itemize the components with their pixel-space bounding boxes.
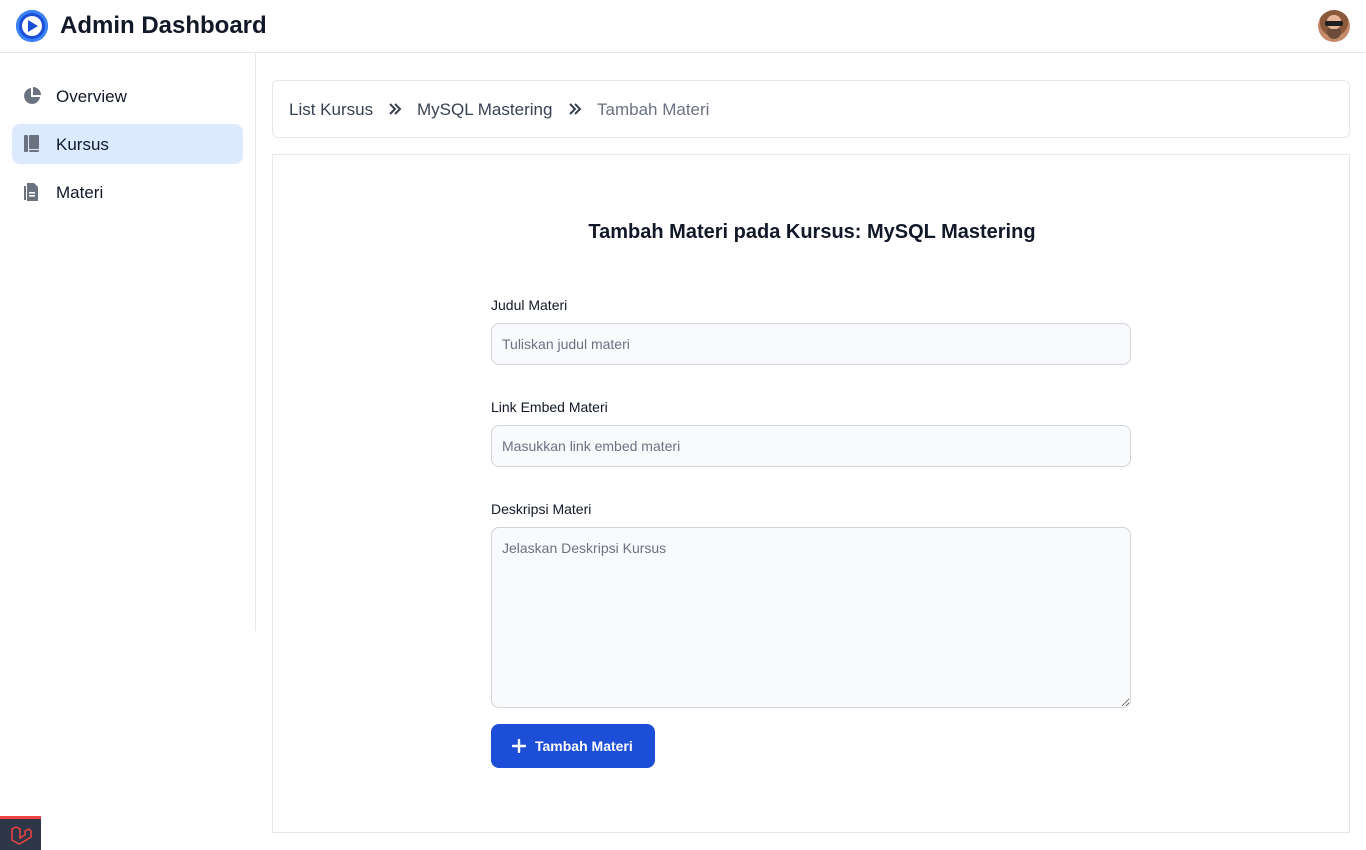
link-embed-input[interactable] bbox=[491, 425, 1131, 467]
book-icon bbox=[22, 134, 42, 154]
tambah-materi-button-label: Tambah Materi bbox=[535, 738, 633, 754]
top-bar: Admin Dashboard bbox=[0, 0, 1366, 53]
sidebar-item-materi[interactable]: Materi bbox=[12, 172, 243, 212]
laravel-debug-badge[interactable] bbox=[0, 816, 41, 850]
sidebar-item-label: Materi bbox=[56, 183, 104, 202]
form-card: Tambah Materi pada Kursus: MySQL Masteri… bbox=[272, 154, 1350, 833]
breadcrumb: List Kursus MySQL Mastering Tambah Mater… bbox=[272, 80, 1350, 138]
sidebar-item-label: Kursus bbox=[56, 135, 109, 154]
sidebar: Overview Kursus Materi bbox=[0, 53, 256, 631]
judul-materi-label: Judul Materi bbox=[491, 297, 568, 313]
sidebar-item-kursus[interactable]: Kursus bbox=[12, 124, 243, 164]
breadcrumb-link-course[interactable]: MySQL Mastering bbox=[417, 100, 552, 120]
chevron-double-right-icon bbox=[388, 102, 402, 116]
sidebar-item-label: Overview bbox=[56, 87, 127, 106]
breadcrumb-current: Tambah Materi bbox=[597, 100, 710, 119]
deskripsi-materi-label: Deskripsi Materi bbox=[491, 501, 592, 517]
app-title: Admin Dashboard bbox=[60, 12, 267, 39]
breadcrumb-link-list-kursus[interactable]: List Kursus bbox=[289, 100, 373, 120]
judul-materi-input[interactable] bbox=[491, 323, 1131, 365]
form-title: Tambah Materi pada Kursus: MySQL Masteri… bbox=[588, 221, 1036, 243]
plus-icon bbox=[511, 738, 527, 754]
sidebar-item-overview[interactable]: Overview bbox=[12, 76, 243, 116]
chevron-double-right-icon bbox=[568, 102, 582, 116]
user-avatar[interactable] bbox=[1318, 10, 1350, 42]
tambah-materi-button[interactable]: Tambah Materi bbox=[491, 724, 655, 768]
link-embed-label: Link Embed Materi bbox=[491, 399, 608, 415]
deskripsi-materi-textarea[interactable] bbox=[491, 527, 1131, 708]
laravel-logo-icon bbox=[11, 826, 32, 845]
document-icon bbox=[22, 182, 42, 202]
app-logo-icon[interactable] bbox=[16, 10, 48, 42]
pie-chart-icon bbox=[22, 86, 42, 106]
